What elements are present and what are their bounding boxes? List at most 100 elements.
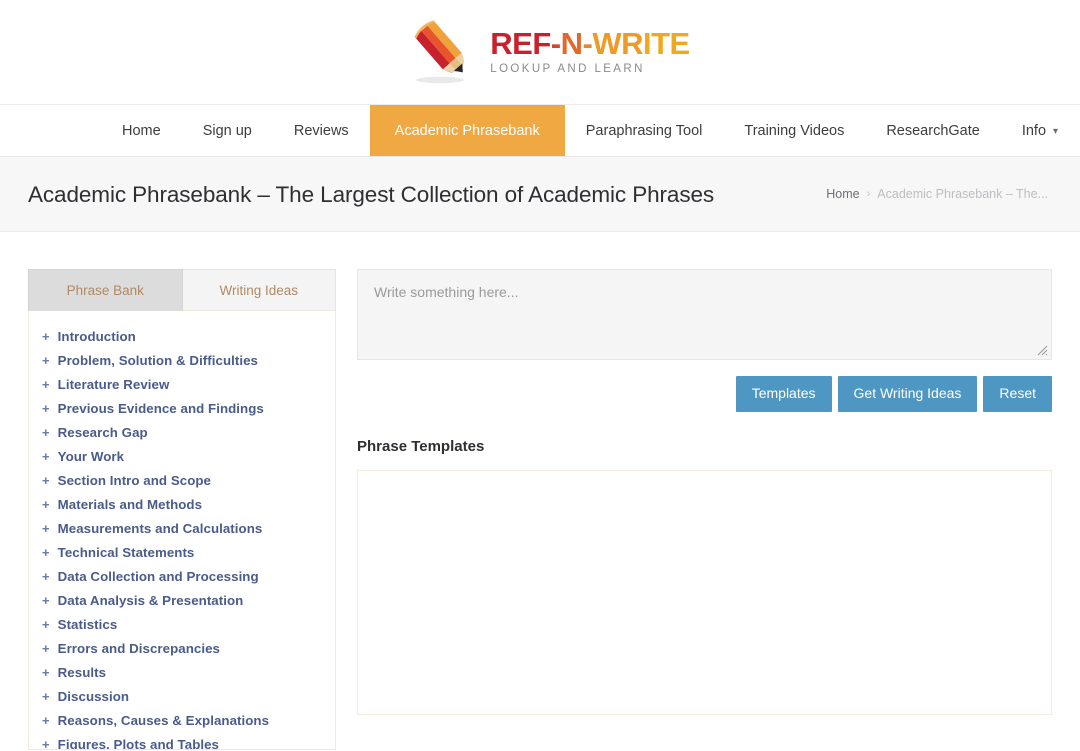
plus-icon: +	[42, 688, 50, 704]
sidebar-panel: + Introduction + Problem, Solution & Diffi…	[28, 311, 336, 750]
phrase-category-discussion[interactable]: + Discussion	[29, 684, 335, 708]
nav-item-paraphrasing-tool[interactable]: Paraphrasing Tool	[565, 105, 724, 156]
phrase-category-label: Your Work	[57, 448, 125, 464]
plus-icon: +	[42, 520, 50, 536]
chevron-down-icon: ▾	[1053, 125, 1059, 137]
site-logo[interactable]: REF-N-WRITE LOOKUP AND LEARN	[406, 16, 690, 88]
phrase-category-label: Figures, Plots and Tables	[57, 736, 219, 750]
phrasebank-sidebar: Phrase Bank Writing Ideas + Introduction …	[28, 269, 336, 750]
plus-icon: +	[42, 712, 50, 728]
phrase-category-label: Errors and Discrepancies	[57, 640, 220, 656]
plus-icon: +	[42, 328, 50, 344]
phrase-category-label: Measurements and Calculations	[57, 520, 263, 536]
phrase-category-literature-review[interactable]: + Literature Review	[29, 372, 335, 396]
get-writing-ideas-button[interactable]: Get Writing Ideas	[837, 376, 978, 412]
page-header-band: Academic Phrasebank – The Largest Collec…	[0, 157, 1080, 232]
breadcrumb-current: Academic Phrasebank – The...	[877, 187, 1048, 201]
phrase-category-research-gap[interactable]: + Research Gap	[29, 420, 335, 444]
plus-icon: +	[42, 424, 50, 440]
nav-item-home[interactable]: Home	[101, 105, 182, 156]
phrase-category-label: Discussion	[57, 688, 130, 704]
main-navigation: Home Sign up Reviews Academic Phrasebank…	[0, 104, 1080, 157]
nav-item-researchgate[interactable]: ResearchGate	[865, 105, 1001, 156]
phrase-category-label: Results	[57, 664, 107, 680]
tab-writing-ideas[interactable]: Writing Ideas	[182, 269, 336, 311]
plus-icon: +	[42, 640, 50, 656]
phrase-category-technical-statements[interactable]: + Technical Statements	[29, 540, 335, 564]
text-editor-input[interactable]	[357, 269, 1052, 360]
plus-icon: +	[42, 352, 50, 368]
phrase-category-data-analysis-presentation[interactable]: + Data Analysis & Presentation	[29, 588, 335, 612]
plus-icon: +	[42, 496, 50, 512]
plus-icon: +	[42, 568, 50, 584]
logo-tagline: LOOKUP AND LEARN	[490, 63, 645, 76]
plus-icon: +	[42, 376, 50, 392]
phrase-category-label: Problem, Solution & Difficulties	[57, 352, 258, 368]
phrase-category-introduction[interactable]: + Introduction	[29, 324, 335, 348]
phrase-category-label: Data Analysis & Presentation	[57, 592, 244, 608]
nav-item-academic-phrasebank[interactable]: Academic Phrasebank	[369, 105, 565, 156]
nav-item-sign-up[interactable]: Sign up	[182, 105, 273, 156]
phrase-category-materials-and-methods[interactable]: + Materials and Methods	[29, 492, 335, 516]
site-logo-bar: REF-N-WRITE LOOKUP AND LEARN	[0, 0, 1080, 104]
plus-icon: +	[42, 664, 50, 680]
phrase-category-label: Data Collection and Processing	[57, 568, 259, 584]
phrase-category-label: Statistics	[57, 616, 118, 632]
phrase-templates-heading: Phrase Templates	[357, 437, 485, 455]
nav-item-info[interactable]: Info ▾	[1001, 105, 1079, 156]
phrase-category-measurements-and-calculations[interactable]: + Measurements and Calculations	[29, 516, 335, 540]
editor-container	[357, 269, 1052, 360]
phrase-category-list: + Introduction + Problem, Solution & Diffi…	[29, 324, 335, 750]
editor-action-buttons: Templates Get Writing Ideas Reset	[357, 376, 1052, 412]
phrase-category-reasons-causes-explanations[interactable]: + Reasons, Causes & Explanations	[29, 708, 335, 732]
phrase-category-label: Research Gap	[57, 424, 148, 440]
sidebar-tabs: Phrase Bank Writing Ideas	[28, 269, 336, 311]
phrase-category-label: Technical Statements	[57, 544, 195, 560]
templates-button[interactable]: Templates	[735, 376, 832, 412]
phrase-category-errors-and-discrepancies[interactable]: + Errors and Discrepancies	[29, 636, 335, 660]
phrase-category-statistics[interactable]: + Statistics	[29, 612, 335, 636]
breadcrumb: Home › Academic Phrasebank – The...	[826, 187, 1048, 201]
nav-item-training-videos[interactable]: Training Videos	[723, 105, 865, 156]
phrase-category-figures-plots-and-tables[interactable]: + Figures, Plots and Tables	[29, 732, 335, 750]
nav-label: Info	[1021, 122, 1047, 139]
plus-icon: +	[42, 400, 50, 416]
pencil-icon	[414, 20, 465, 84]
nav-label: Reviews	[293, 122, 349, 139]
reset-button[interactable]: Reset	[983, 376, 1052, 412]
page-title: Academic Phrasebank – The Largest Collec…	[28, 181, 715, 207]
tab-phrase-bank[interactable]: Phrase Bank	[28, 269, 183, 311]
phrase-category-results[interactable]: + Results	[29, 660, 335, 684]
phrase-category-problem-solution-difficulties[interactable]: + Problem, Solution & Difficulties	[29, 348, 335, 372]
plus-icon: +	[42, 616, 50, 632]
nav-label: Paraphrasing Tool	[585, 122, 703, 139]
nav-label: Home	[122, 122, 161, 139]
nav-label: Academic Phrasebank	[394, 122, 540, 139]
breadcrumb-home-link[interactable]: Home	[826, 187, 859, 201]
nav-label: Sign up	[202, 122, 252, 139]
nav-label: Training Videos	[744, 122, 845, 139]
phrase-category-data-collection-and-processing[interactable]: + Data Collection and Processing	[29, 564, 335, 588]
phrase-category-label: Literature Review	[57, 376, 170, 392]
plus-icon: +	[42, 544, 50, 560]
plus-icon: +	[42, 592, 50, 608]
plus-icon: +	[42, 448, 50, 464]
phrase-templates-results-panel[interactable]	[357, 469, 1052, 715]
nav-label: ResearchGate	[886, 122, 980, 139]
page-content: Phrase Bank Writing Ideas + Introduction …	[0, 232, 1080, 750]
phrase-category-section-intro-and-scope[interactable]: + Section Intro and Scope	[29, 468, 335, 492]
phrasebank-main: Templates Get Writing Ideas Reset Phrase…	[357, 269, 1052, 750]
phrase-category-your-work[interactable]: + Your Work	[29, 444, 335, 468]
phrase-category-label: Previous Evidence and Findings	[57, 400, 264, 416]
nav-item-reviews[interactable]: Reviews	[273, 105, 370, 156]
plus-icon: +	[42, 472, 50, 488]
phrase-category-label: Materials and Methods	[57, 496, 203, 512]
phrase-category-label: Section Intro and Scope	[57, 472, 211, 488]
breadcrumb-separator-icon: ›	[866, 188, 871, 200]
logo-wordmark: REF-N-WRITE LOOKUP AND LEARN	[490, 26, 690, 76]
logo-title: REF-N-WRITE	[490, 26, 690, 62]
phrase-category-label: Reasons, Causes & Explanations	[57, 712, 270, 728]
phrase-category-label: Introduction	[57, 328, 136, 344]
phrase-category-previous-evidence-and-findings[interactable]: + Previous Evidence and Findings	[29, 396, 335, 420]
plus-icon: +	[42, 736, 50, 750]
